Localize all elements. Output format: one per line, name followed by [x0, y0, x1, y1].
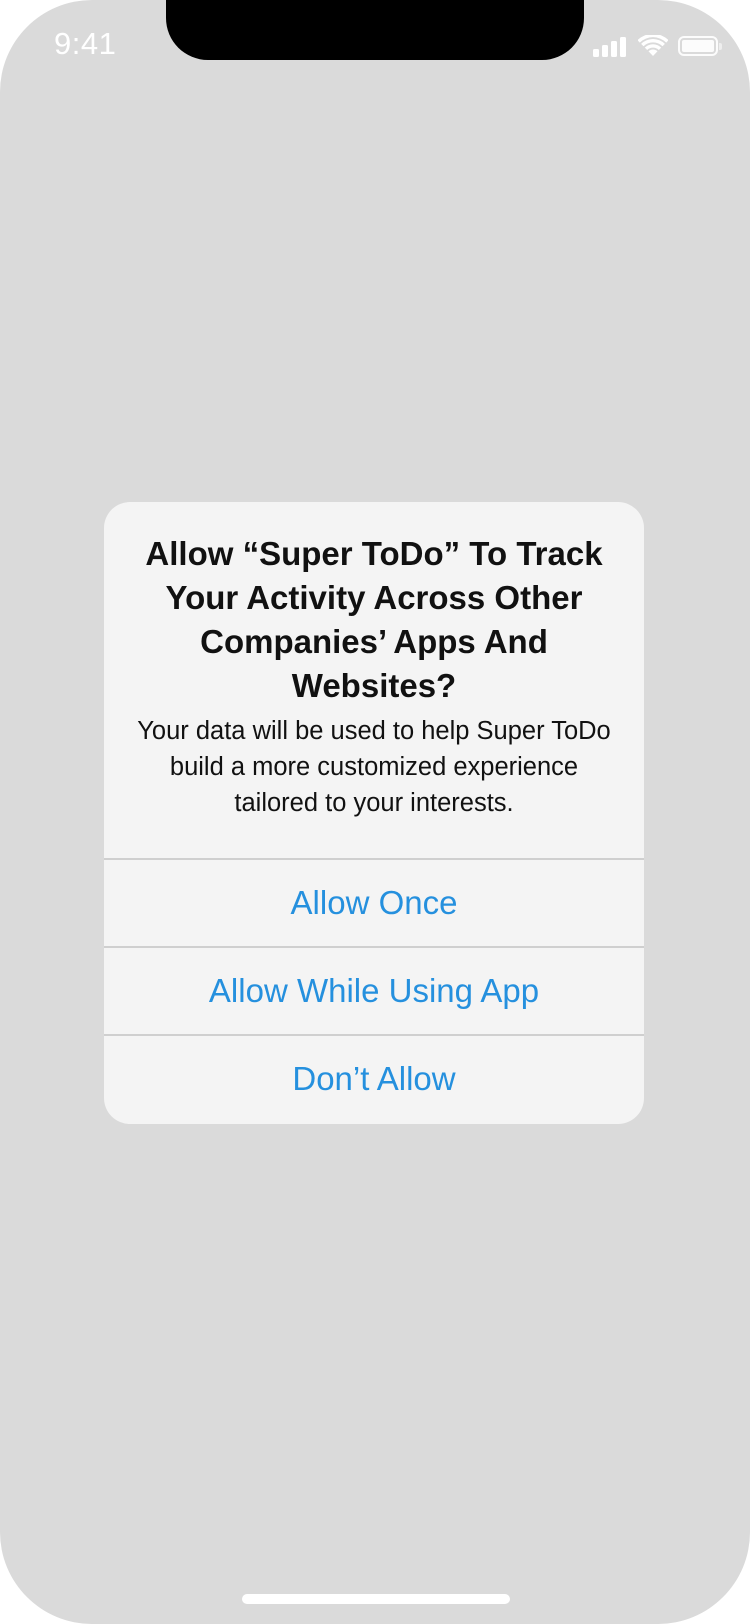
dont-allow-button[interactable]: Don’t Allow [104, 1034, 644, 1122]
status-bar-icons [590, 34, 722, 58]
wifi-icon [638, 35, 668, 56]
tracking-permission-alert: Allow “Super ToDo” To Track Your Activit… [104, 502, 644, 1124]
alert-title: Allow “Super ToDo” To Track Your Activit… [145, 535, 603, 704]
status-bar-time: 9:41 [54, 26, 117, 61]
device-notch [166, 0, 584, 60]
cellular-signal-icon [590, 35, 626, 57]
allow-once-button[interactable]: Allow Once [104, 858, 644, 946]
phone-screen: 9:41 Allow “Super ToDo” To Track Your Ac… [0, 0, 750, 1624]
alert-body: Allow “Super ToDo” To Track Your Activit… [104, 502, 644, 858]
home-indicator[interactable] [242, 1594, 510, 1604]
battery-icon [678, 36, 722, 56]
alert-message: Your data will be used to help Super ToD… [137, 717, 611, 817]
allow-while-using-app-button[interactable]: Allow While Using App [104, 946, 644, 1034]
